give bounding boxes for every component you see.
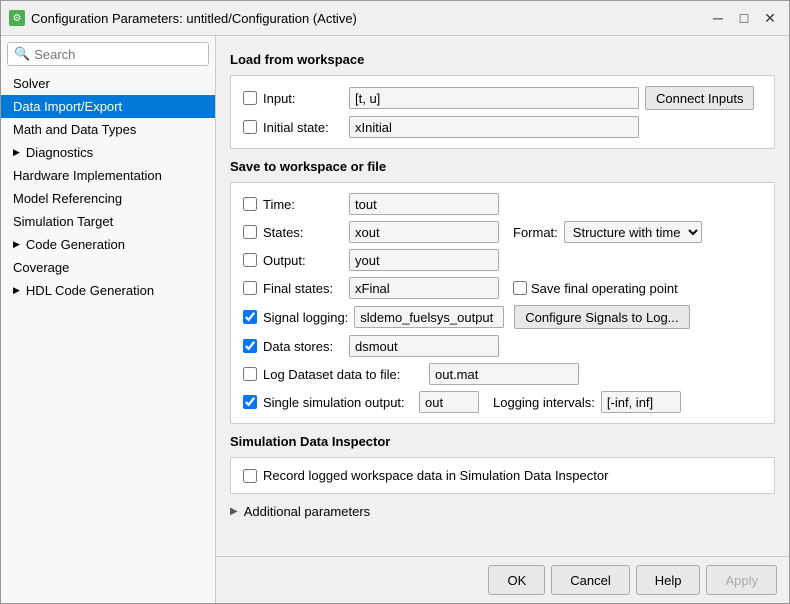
sidebar-item-model-referencing[interactable]: Model Referencing <box>1 187 215 210</box>
load-section-box: Input: Connect Inputs Initial state: <box>230 75 775 149</box>
configure-signals-button[interactable]: Configure Signals to Log... <box>514 305 689 329</box>
footer: OK Cancel Help Apply <box>216 556 789 603</box>
log-dataset-label: Log Dataset data to file: <box>263 367 423 382</box>
window-controls: ─ □ ✕ <box>707 7 781 29</box>
states-row: States: Format: Structure with time Arra… <box>243 221 762 243</box>
save-final-operating-point-row: Save final operating point <box>513 281 678 296</box>
additional-parameters-label: Additional parameters <box>244 504 370 519</box>
sidebar-item-solver[interactable]: Solver <box>1 72 215 95</box>
help-button[interactable]: Help <box>636 565 701 595</box>
cancel-button[interactable]: Cancel <box>551 565 629 595</box>
log-dataset-row: Log Dataset data to file: <box>243 363 762 385</box>
ok-button[interactable]: OK <box>488 565 545 595</box>
output-field[interactable] <box>349 249 499 271</box>
sidebar: 🔍 Solver Data Import/Export Math and Dat… <box>1 36 216 603</box>
main-panel: Load from workspace Input: Connect Input… <box>216 36 789 603</box>
sidebar-item-simulation-target[interactable]: Simulation Target <box>1 210 215 233</box>
initial-state-row: Initial state: <box>243 116 762 138</box>
sidebar-item-math-data-types[interactable]: Math and Data Types <box>1 118 215 141</box>
output-label: Output: <box>263 253 343 268</box>
apply-button[interactable]: Apply <box>706 565 777 595</box>
logging-intervals-label: Logging intervals: <box>493 395 595 410</box>
states-field[interactable] <box>349 221 499 243</box>
additional-parameters-section[interactable]: ▶ Additional parameters <box>230 504 775 519</box>
window-title: Configuration Parameters: untitled/Confi… <box>31 11 701 26</box>
output-row: Output: <box>243 249 762 271</box>
logging-intervals-field[interactable] <box>601 391 681 413</box>
sdi-record-checkbox[interactable] <box>243 469 257 483</box>
input-row: Input: Connect Inputs <box>243 86 762 110</box>
format-label: Format: <box>513 225 558 240</box>
time-field[interactable] <box>349 193 499 215</box>
time-checkbox[interactable] <box>243 197 257 211</box>
single-sim-row: Single simulation output: Logging interv… <box>243 391 762 413</box>
final-states-label: Final states: <box>263 281 343 296</box>
data-stores-row: Data stores: <box>243 335 762 357</box>
output-checkbox[interactable] <box>243 253 257 267</box>
log-dataset-checkbox[interactable] <box>243 367 257 381</box>
final-states-checkbox[interactable] <box>243 281 257 295</box>
app-icon: ⚙ <box>9 10 25 26</box>
main-window: ⚙ Configuration Parameters: untitled/Con… <box>0 0 790 604</box>
close-button[interactable]: ✕ <box>759 7 781 29</box>
sidebar-nav: Solver Data Import/Export Math and Data … <box>1 72 215 603</box>
save-final-operating-label: Save final operating point <box>531 281 678 296</box>
sidebar-item-coverage[interactable]: Coverage <box>1 256 215 279</box>
sidebar-item-diagnostics[interactable]: Diagnostics <box>1 141 215 164</box>
log-dataset-field[interactable] <box>429 363 579 385</box>
save-section-box: Time: States: Format: Structure with tim… <box>230 182 775 424</box>
input-label: Input: <box>263 91 343 106</box>
search-icon: 🔍 <box>14 46 30 62</box>
input-field[interactable] <box>349 87 639 109</box>
sdi-record-row: Record logged workspace data in Simulati… <box>243 468 762 483</box>
sidebar-item-data-import-export[interactable]: Data Import/Export <box>1 95 215 118</box>
single-sim-label: Single simulation output: <box>263 395 413 410</box>
save-final-operating-checkbox[interactable] <box>513 281 527 295</box>
signal-logging-checkbox[interactable] <box>243 310 257 324</box>
single-sim-checkbox[interactable] <box>243 395 257 409</box>
sdi-section-box: Record logged workspace data in Simulati… <box>230 457 775 494</box>
states-label: States: <box>263 225 343 240</box>
input-checkbox[interactable] <box>243 91 257 105</box>
maximize-button[interactable]: □ <box>733 7 755 29</box>
sdi-record-label: Record logged workspace data in Simulati… <box>263 468 608 483</box>
sidebar-item-hardware-implementation[interactable]: Hardware Implementation <box>1 164 215 187</box>
signal-logging-label: Signal logging: <box>263 310 348 325</box>
additional-arrow-icon: ▶ <box>230 506 238 517</box>
time-row: Time: <box>243 193 762 215</box>
signal-logging-row: Signal logging: Configure Signals to Log… <box>243 305 762 329</box>
initial-state-field[interactable] <box>349 116 639 138</box>
titlebar: ⚙ Configuration Parameters: untitled/Con… <box>1 1 789 36</box>
initial-state-label: Initial state: <box>263 120 343 135</box>
sidebar-item-hdl-code-generation[interactable]: HDL Code Generation <box>1 279 215 302</box>
signal-logging-field[interactable] <box>354 306 504 328</box>
minimize-button[interactable]: ─ <box>707 7 729 29</box>
sdi-section-title: Simulation Data Inspector <box>230 434 775 449</box>
initial-state-checkbox[interactable] <box>243 120 257 134</box>
sidebar-item-code-generation[interactable]: Code Generation <box>1 233 215 256</box>
search-box[interactable]: 🔍 <box>7 42 209 66</box>
states-checkbox[interactable] <box>243 225 257 239</box>
connect-inputs-button[interactable]: Connect Inputs <box>645 86 754 110</box>
data-stores-checkbox[interactable] <box>243 339 257 353</box>
data-stores-label: Data stores: <box>263 339 343 354</box>
main-scroll: Load from workspace Input: Connect Input… <box>216 36 789 556</box>
final-states-row: Final states: Save final operating point <box>243 277 762 299</box>
time-label: Time: <box>263 197 343 212</box>
save-section-title: Save to workspace or file <box>230 159 775 174</box>
format-select[interactable]: Structure with time Array Structure Data… <box>564 221 702 243</box>
final-states-field[interactable] <box>349 277 499 299</box>
load-section-title: Load from workspace <box>230 52 775 67</box>
data-stores-field[interactable] <box>349 335 499 357</box>
single-sim-field[interactable] <box>419 391 479 413</box>
search-input[interactable] <box>34 47 202 62</box>
content-area: 🔍 Solver Data Import/Export Math and Dat… <box>1 36 789 603</box>
